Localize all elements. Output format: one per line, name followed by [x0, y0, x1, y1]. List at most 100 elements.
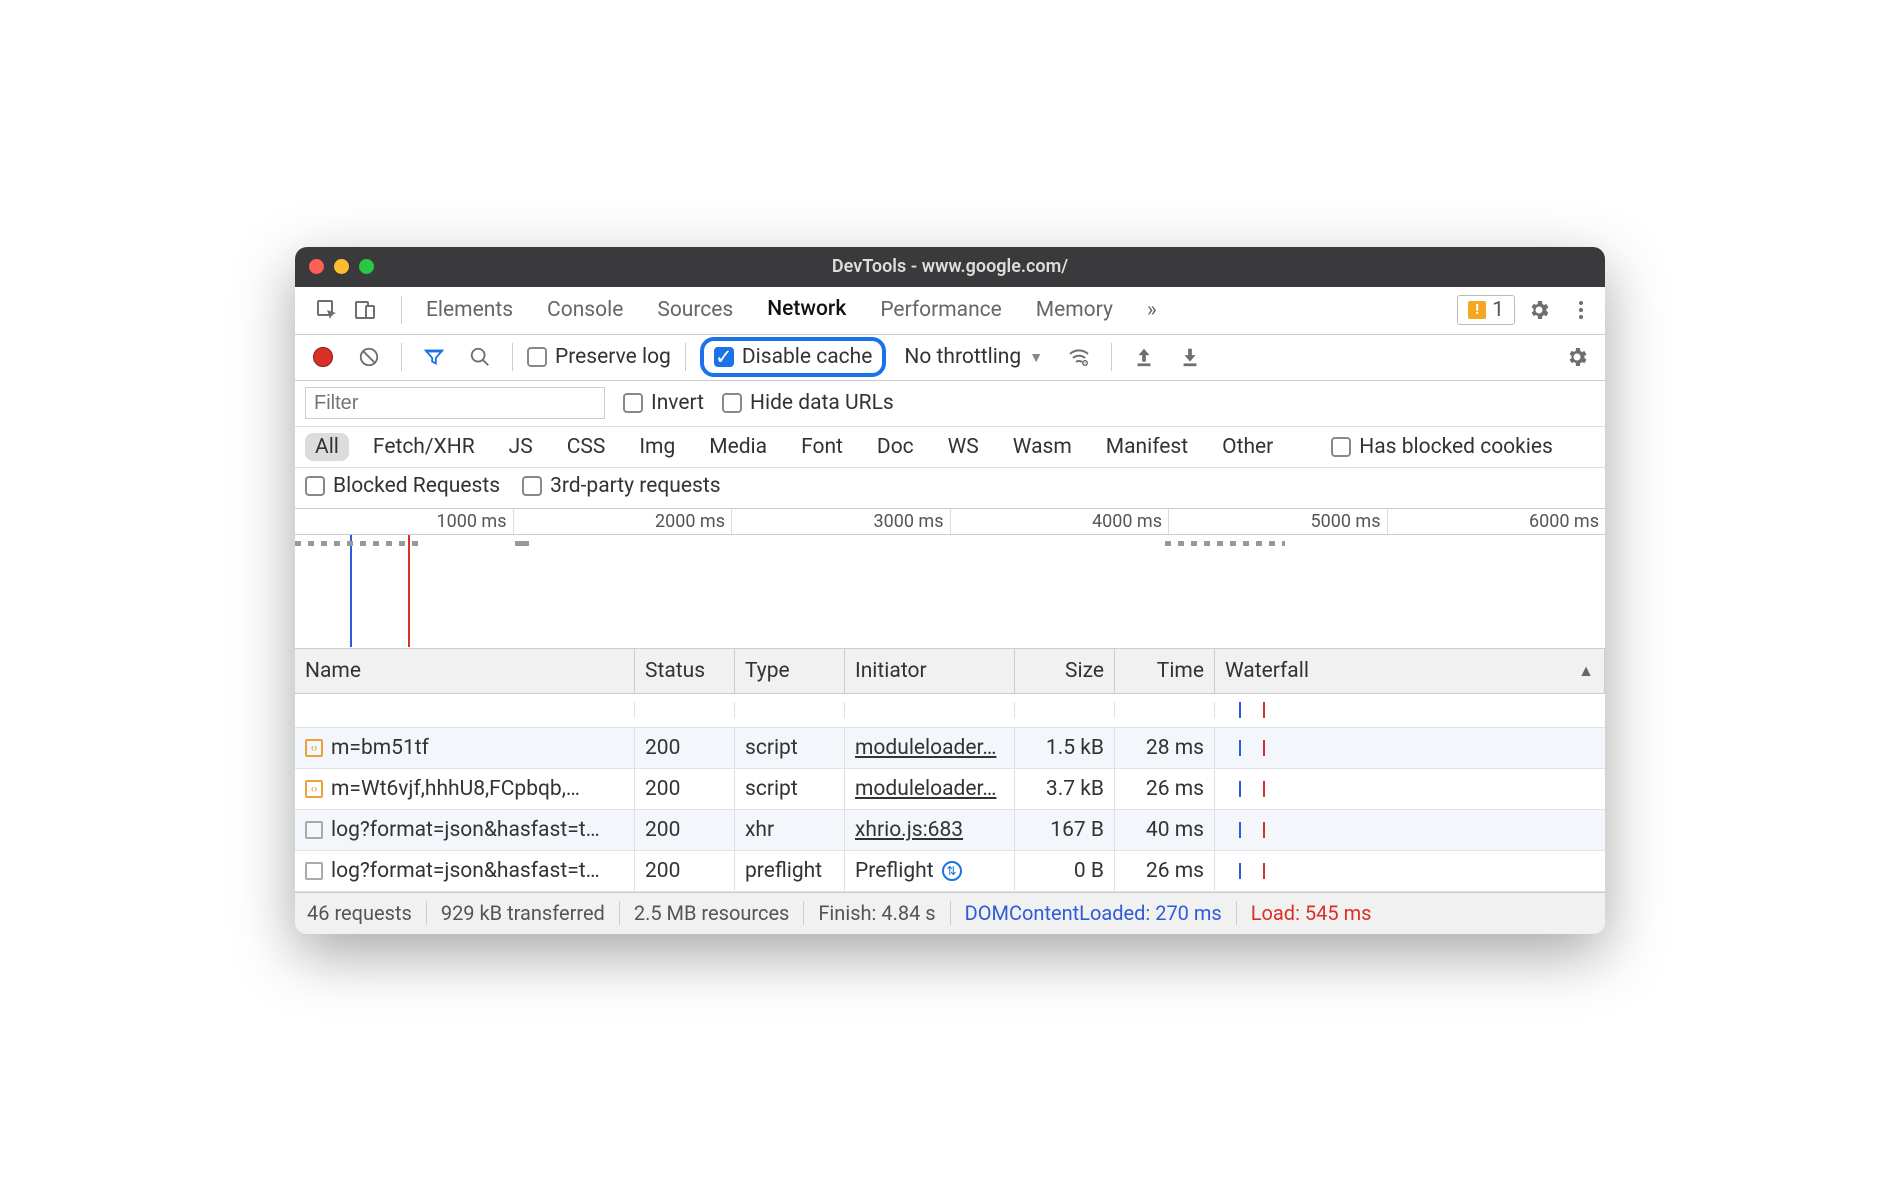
warning-icon: ! — [1468, 301, 1486, 319]
ruler-tick: 1000 ms — [295, 509, 513, 534]
type-pill-media[interactable]: Media — [699, 433, 777, 461]
devtools-window: DevTools - www.google.com/ Elements Cons… — [295, 247, 1605, 934]
col-size[interactable]: Size — [1015, 649, 1115, 693]
hide-data-urls-checkbox[interactable]: Hide data URLs — [722, 391, 894, 415]
dcl-time: DOMContentLoaded: 270 ms — [965, 901, 1222, 925]
disable-cache-highlight: ✓Disable cache — [700, 337, 887, 377]
preserve-log-checkbox[interactable]: Preserve log — [527, 345, 671, 369]
more-tabs-button[interactable]: » — [1133, 286, 1171, 334]
type-pill-img[interactable]: Img — [629, 433, 685, 461]
cell-name: ‹›m=Wt6vjf,hhhU8,FCpbqb,… — [295, 769, 635, 809]
tab-performance[interactable]: Performance — [866, 286, 1015, 334]
col-initiator[interactable]: Initiator — [845, 649, 1015, 693]
traffic-lights — [309, 259, 374, 274]
col-waterfall[interactable]: Waterfall▲ — [1215, 649, 1605, 693]
ruler-tick: 4000 ms — [950, 509, 1169, 534]
maximize-window-button[interactable] — [359, 259, 374, 274]
issues-badge[interactable]: ! 1 — [1457, 295, 1515, 325]
resources-size: 2.5 MB resources — [634, 901, 790, 925]
kebab-menu-icon[interactable] — [1563, 292, 1599, 328]
requests-table-header: Name Status Type Initiator Size Time Wat… — [295, 649, 1605, 694]
device-toolbar-icon[interactable] — [347, 292, 383, 328]
minimize-window-button[interactable] — [334, 259, 349, 274]
divider — [401, 296, 402, 324]
close-window-button[interactable] — [309, 259, 324, 274]
finish-time: Finish: 4.84 s — [818, 901, 935, 925]
invert-checkbox[interactable]: Invert — [623, 391, 704, 415]
cell-status: 200 — [635, 728, 735, 768]
overview-timeline[interactable]: 1000 ms 2000 ms 3000 ms 4000 ms 5000 ms … — [295, 509, 1605, 649]
sort-indicator-icon: ▲ — [1578, 661, 1594, 681]
filter-toggle-icon[interactable] — [416, 339, 452, 375]
cell-time: 28 ms — [1115, 728, 1215, 768]
upload-har-icon[interactable] — [1126, 339, 1162, 375]
window-title: DevTools - www.google.com/ — [295, 256, 1605, 277]
inspect-element-icon[interactable] — [309, 292, 345, 328]
type-pill-all[interactable]: All — [305, 433, 349, 461]
network-settings-icon[interactable] — [1559, 339, 1595, 375]
type-pill-other[interactable]: Other — [1212, 433, 1283, 461]
document-icon — [305, 821, 323, 839]
col-status[interactable]: Status — [635, 649, 735, 693]
activity-bar — [515, 541, 529, 546]
tab-elements[interactable]: Elements — [412, 286, 527, 334]
document-icon — [305, 862, 323, 880]
hide-data-urls-label: Hide data URLs — [750, 391, 894, 415]
issues-count: 1 — [1492, 298, 1504, 322]
more-filters-row: Blocked Requests 3rd-party requests — [295, 468, 1605, 509]
invert-label: Invert — [651, 391, 704, 415]
network-conditions-icon[interactable] — [1061, 339, 1097, 375]
script-icon: ‹› — [305, 739, 323, 757]
settings-icon[interactable] — [1521, 292, 1557, 328]
throttling-select[interactable]: No throttling ▼ — [896, 345, 1051, 369]
type-pill-wasm[interactable]: Wasm — [1003, 433, 1082, 461]
activity-bar — [1165, 541, 1285, 546]
dcl-marker — [350, 535, 352, 647]
tab-console[interactable]: Console — [533, 286, 637, 334]
table-row[interactable]: log?format=json&hasfast=t… 200 xhr xhrio… — [295, 810, 1605, 851]
tab-memory[interactable]: Memory — [1022, 286, 1127, 334]
has-blocked-cookies-label: Has blocked cookies — [1359, 435, 1553, 459]
table-row[interactable]: ‹›m=bm51tf 200 script moduleloader… 1.5 … — [295, 728, 1605, 769]
type-pill-ws[interactable]: WS — [938, 433, 989, 461]
throttling-label: No throttling — [904, 345, 1021, 369]
col-time[interactable]: Time — [1115, 649, 1215, 693]
third-party-label: 3rd-party requests — [550, 474, 720, 498]
type-pill-fetchxhr[interactable]: Fetch/XHR — [363, 433, 485, 461]
main-tab-bar: Elements Console Sources Network Perform… — [295, 287, 1605, 335]
resource-type-filter: All Fetch/XHR JS CSS Img Media Font Doc … — [295, 427, 1605, 468]
cell-type: script — [735, 728, 845, 768]
col-name[interactable]: Name — [295, 649, 635, 693]
type-pill-font[interactable]: Font — [791, 433, 853, 461]
requests-table-body: ‹›m=bm51tf 200 script moduleloader… 1.5 … — [295, 694, 1605, 892]
disable-cache-label: Disable cache — [742, 345, 873, 369]
table-row[interactable]: log?format=json&hasfast=t… 200 preflight… — [295, 851, 1605, 892]
requests-count: 46 requests — [307, 901, 412, 925]
ruler-tick: 6000 ms — [1387, 509, 1606, 534]
cell-name: ‹›m=bm51tf — [295, 728, 635, 768]
clear-button[interactable] — [351, 339, 387, 375]
tab-network[interactable]: Network — [753, 286, 860, 334]
filter-input[interactable] — [305, 387, 605, 419]
search-icon[interactable] — [462, 339, 498, 375]
record-button[interactable] — [305, 339, 341, 375]
cell-name: log?format=json&hasfast=t… — [295, 851, 635, 891]
type-pill-css[interactable]: CSS — [557, 433, 616, 461]
type-pill-doc[interactable]: Doc — [867, 433, 924, 461]
blocked-requests-checkbox[interactable]: Blocked Requests — [305, 474, 500, 498]
col-type[interactable]: Type — [735, 649, 845, 693]
has-blocked-cookies-checkbox[interactable]: Has blocked cookies — [1331, 435, 1553, 459]
table-row[interactable]: ‹›m=Wt6vjf,hhhU8,FCpbqb,… 200 script mod… — [295, 769, 1605, 810]
type-pill-manifest[interactable]: Manifest — [1096, 433, 1198, 461]
preflight-icon: ⇅ — [942, 861, 962, 881]
ruler-tick: 2000 ms — [513, 509, 732, 534]
ruler-tick: 5000 ms — [1168, 509, 1387, 534]
chevron-down-icon: ▼ — [1029, 349, 1043, 366]
download-har-icon[interactable] — [1172, 339, 1208, 375]
preserve-log-label: Preserve log — [555, 345, 671, 369]
third-party-checkbox[interactable]: 3rd-party requests — [522, 474, 720, 498]
tab-sources[interactable]: Sources — [643, 286, 747, 334]
type-pill-js[interactable]: JS — [499, 433, 543, 461]
titlebar: DevTools - www.google.com/ — [295, 247, 1605, 287]
disable-cache-checkbox[interactable]: ✓Disable cache — [714, 345, 873, 369]
